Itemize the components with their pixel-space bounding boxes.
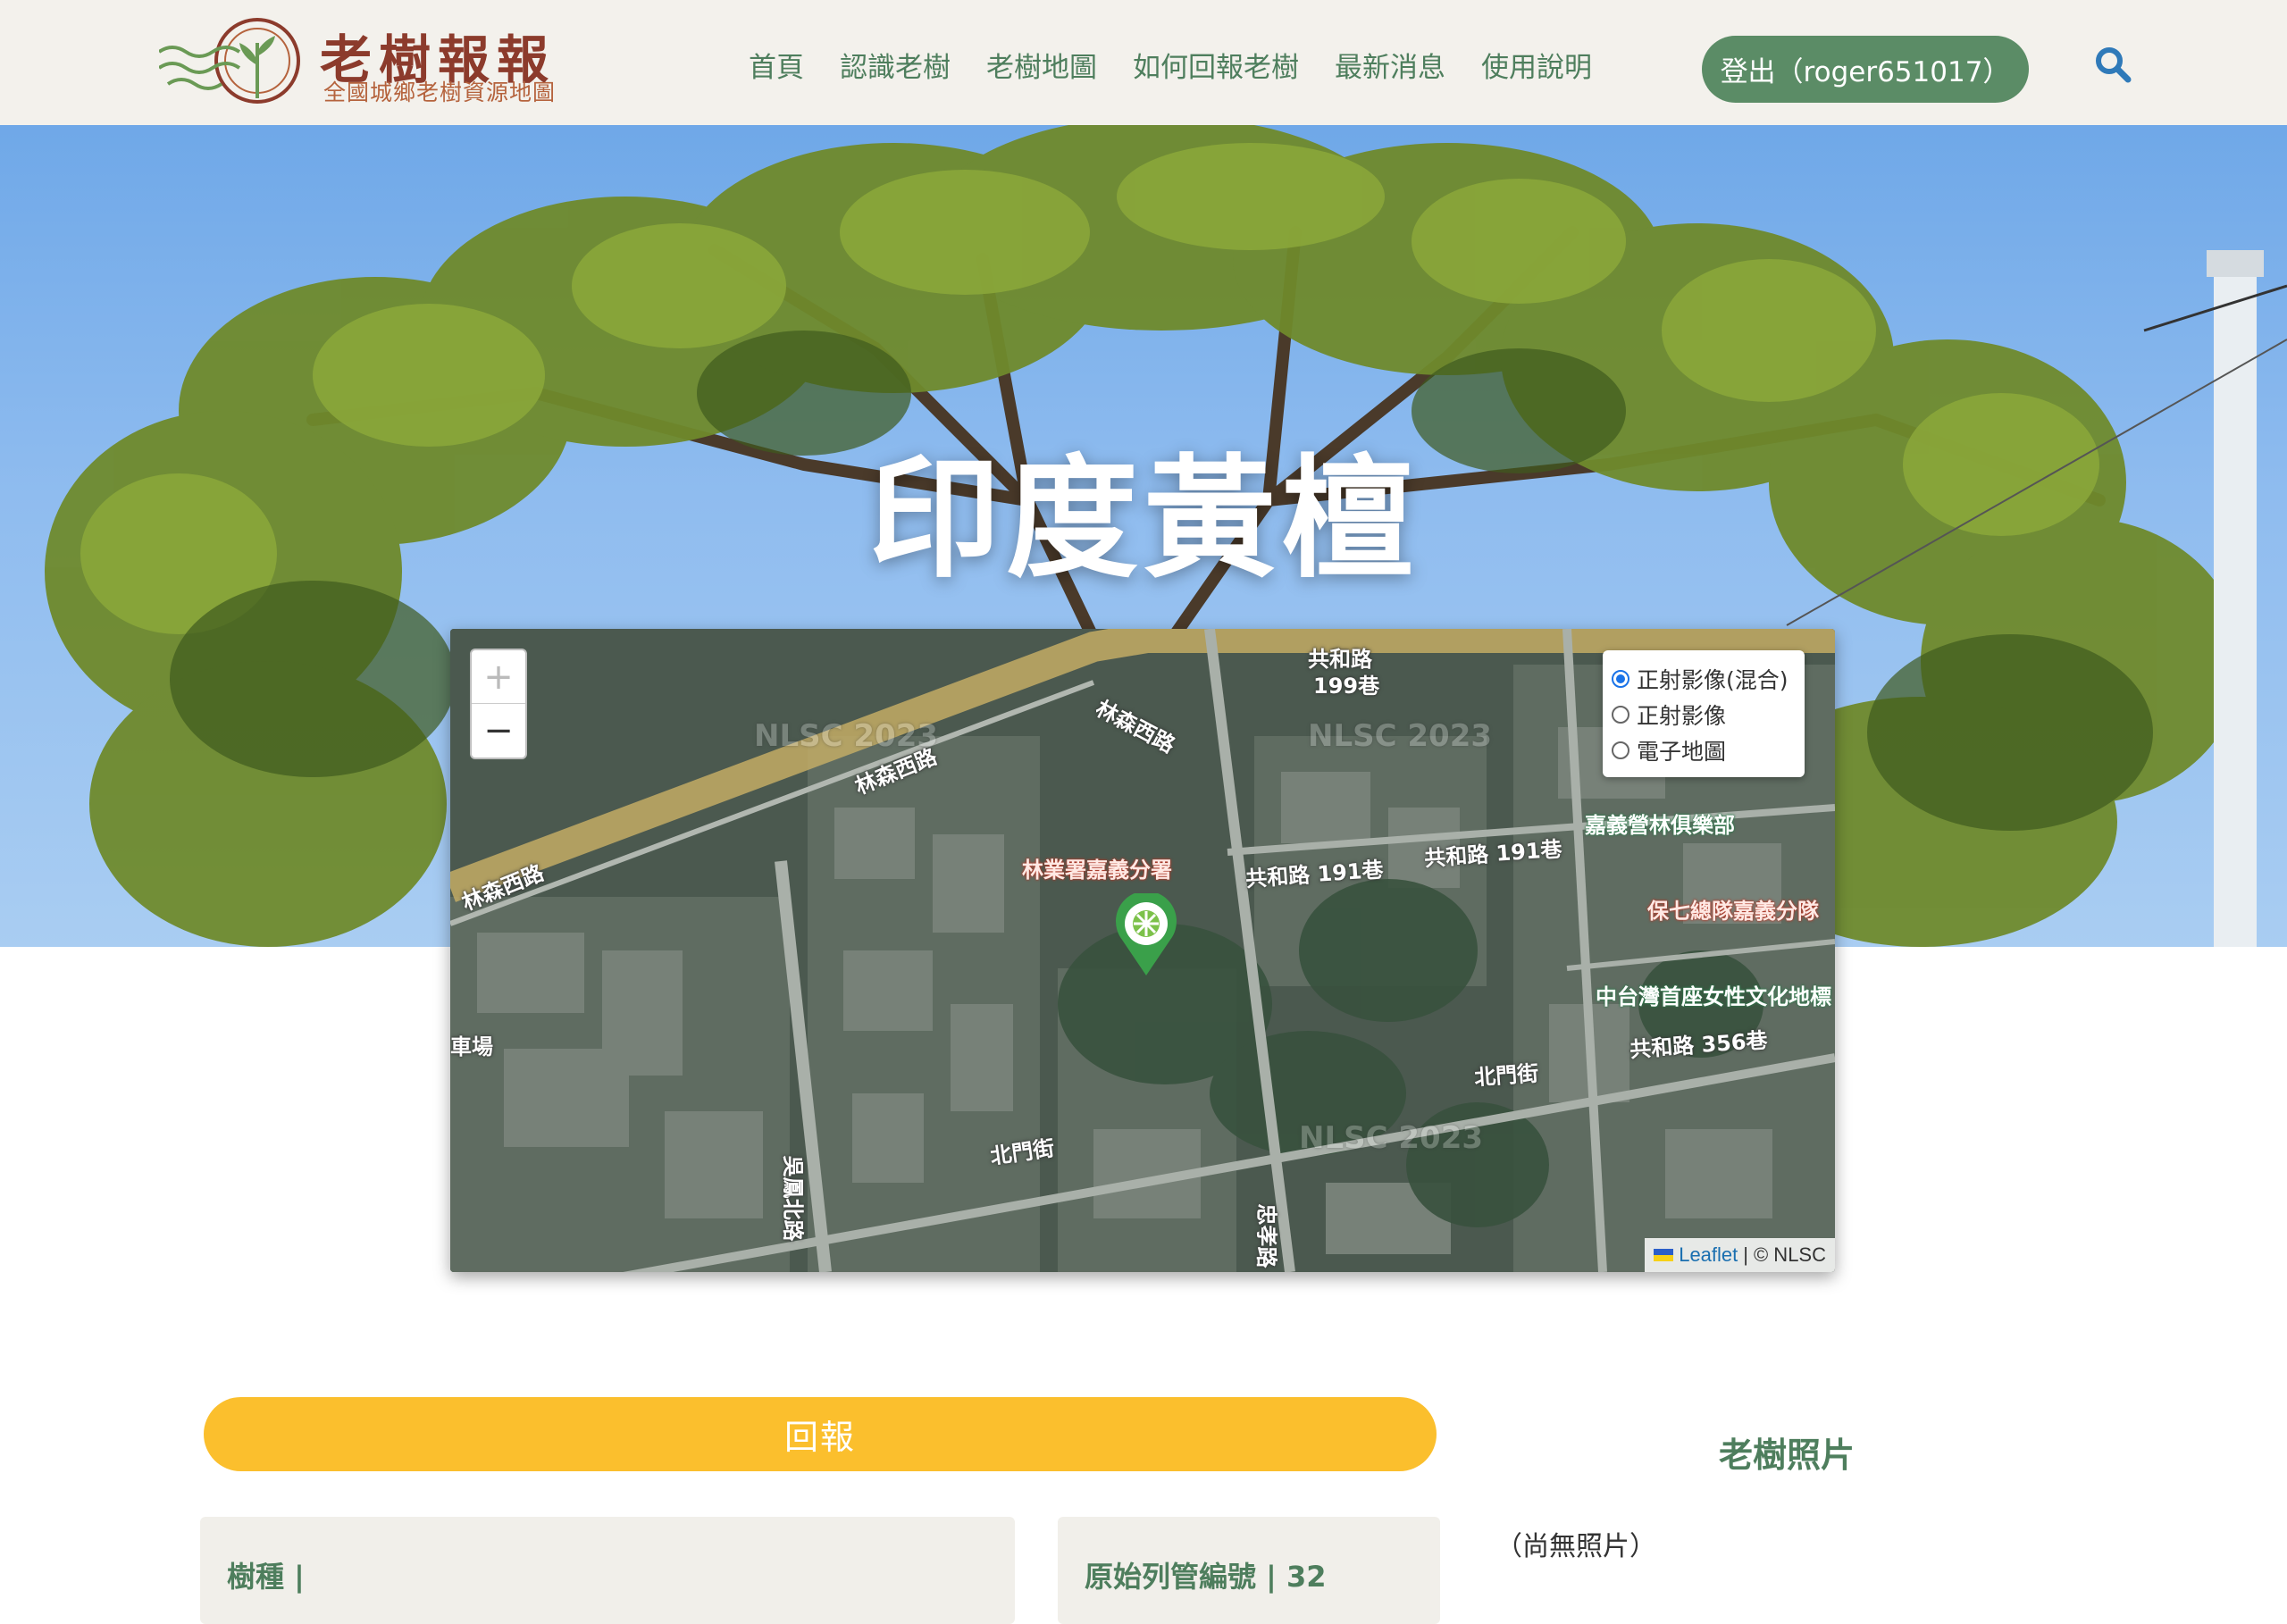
- nav-tree-map[interactable]: 老樹地圖: [986, 45, 1097, 85]
- map-label-landmark: 中台灣首座女性文化地標: [1596, 984, 1831, 1009]
- report-button[interactable]: 回報: [204, 1397, 1437, 1471]
- species-label: 樹種 |: [227, 1560, 305, 1594]
- layer-switcher: 正射影像(混合) 正射影像 電子地圖: [1603, 650, 1805, 777]
- radio[interactable]: [1612, 706, 1629, 724]
- zoom-control: + −: [470, 649, 527, 759]
- nav-about-trees[interactable]: 認識老樹: [840, 45, 951, 85]
- tree-photos-heading: 老樹照片: [1718, 1436, 1855, 1475]
- leaflet-link[interactable]: Leaflet: [1679, 1243, 1738, 1267]
- layer-label: 電子地圖: [1637, 739, 1727, 765]
- serial-number-label: 原始列管編號 | 32: [1085, 1560, 1327, 1594]
- map-attribution: Leaflet | © NLSC: [1645, 1238, 1835, 1272]
- attribution-source: © NLSC: [1753, 1243, 1826, 1266]
- map-label-road: 忠孝路: [1253, 1203, 1279, 1268]
- logout-button[interactable]: 登出（roger651017）: [1702, 36, 2029, 103]
- map-watermark: NLSC 2023: [1308, 718, 1493, 754]
- site-logo[interactable]: 老樹報報 全國城鄉老樹資源地圖: [159, 16, 570, 109]
- map-label-lane: 199巷: [1313, 674, 1380, 699]
- map-label-road: 吳鳳北路: [780, 1155, 806, 1242]
- no-photo-text: （尚無照片）: [1495, 1531, 1656, 1562]
- tree-logo-icon: [159, 18, 300, 104]
- layer-option-emap[interactable]: 電子地圖: [1612, 732, 1796, 768]
- zoom-out-button[interactable]: −: [472, 704, 525, 757]
- nav-how-to-report[interactable]: 如何回報老樹: [1133, 45, 1299, 85]
- zoom-in-button[interactable]: +: [472, 650, 525, 704]
- radio-selected[interactable]: [1612, 670, 1629, 688]
- layer-label: 正射影像(混合): [1637, 667, 1789, 693]
- site-header: 老樹報報 全國城鄉老樹資源地圖 首頁 認識老樹 老樹地圖 如何回報老樹 最新消息…: [0, 0, 2287, 125]
- nav-news[interactable]: 最新消息: [1335, 45, 1445, 85]
- map-watermark: NLSC 2023: [1299, 1120, 1484, 1156]
- search-icon[interactable]: [2093, 45, 2132, 84]
- map-label-street: 北門街: [1473, 1060, 1540, 1091]
- logo-subtitle: 全國城鄉老樹資源地圖: [323, 80, 557, 105]
- nav-home[interactable]: 首頁: [749, 45, 804, 85]
- layer-option-ortho-mixed[interactable]: 正射影像(混合): [1612, 661, 1796, 697]
- layer-option-ortho[interactable]: 正射影像: [1612, 697, 1796, 732]
- tree-location-marker-icon[interactable]: [1115, 891, 1177, 977]
- main-nav: 首頁 認識老樹 老樹地圖 如何回報老樹 最新消息 使用說明: [749, 45, 1592, 85]
- tree-location-map[interactable]: 共和路 199巷 林森西路 林森西路 林森西路 林業署嘉義分署 共和路 191巷…: [450, 629, 1835, 1272]
- attribution-separator: |: [1743, 1243, 1748, 1266]
- ukraine-flag-icon: [1654, 1249, 1674, 1261]
- radio[interactable]: [1612, 741, 1629, 759]
- nav-instructions[interactable]: 使用說明: [1481, 45, 1592, 85]
- serial-number-card: 原始列管編號 | 32: [1058, 1517, 1440, 1624]
- map-label-forestry-office: 林業署嘉義分署: [1022, 858, 1172, 883]
- species-card: 樹種 |: [200, 1517, 1015, 1624]
- map-watermark: NLSC 2023: [754, 718, 939, 754]
- map-label-police-unit: 保七總隊嘉義分隊: [1647, 899, 1819, 924]
- map-label-club: 嘉義營林俱樂部: [1585, 813, 1735, 838]
- tree-name-title: 印度黃檀: [868, 442, 1419, 596]
- map-label-parking: 車場: [450, 1034, 493, 1059]
- layer-label: 正射影像: [1637, 703, 1727, 729]
